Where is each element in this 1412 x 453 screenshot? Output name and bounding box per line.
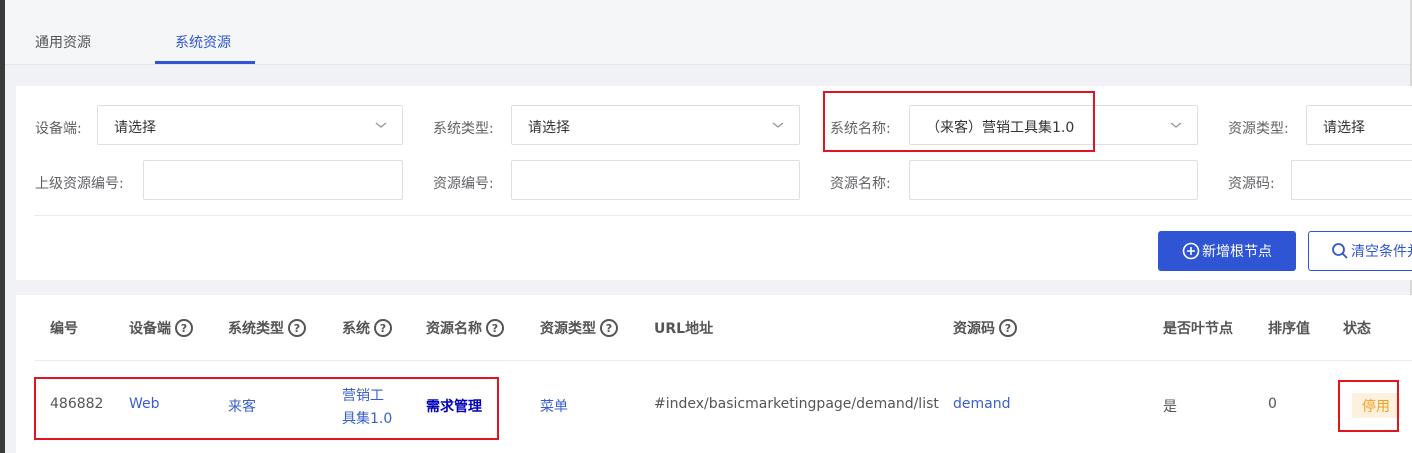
device-select[interactable]: 请选择: [97, 105, 403, 145]
cell-system-type[interactable]: 来客: [228, 396, 256, 416]
system-name-select[interactable]: （来客）营销工具集1.0: [909, 105, 1198, 145]
cell-resource-code[interactable]: demand: [953, 396, 1010, 412]
chevron-down-icon: [1170, 122, 1182, 128]
cell-sort: 0: [1268, 396, 1277, 412]
system-type-select[interactable]: 请选择: [511, 105, 800, 145]
system-type-label: 系统类型:: [433, 121, 494, 137]
resource-type-label: 资源类型:: [1228, 121, 1289, 137]
add-root-node-label: 新增根节点: [1202, 244, 1272, 260]
cell-device[interactable]: Web: [129, 396, 160, 412]
column-header-resource-code: 资源码?: [953, 318, 1017, 338]
parent-code-input[interactable]: [143, 160, 403, 200]
system-name-select-value: （来客）营销工具集1.0: [926, 120, 1075, 136]
window-left-edge: [0, 0, 5, 453]
tab-general-resources[interactable]: 通用资源: [35, 32, 91, 52]
column-header-system: 系统?: [342, 318, 392, 338]
device-select-value: 请选择: [114, 120, 156, 136]
column-header-device: 设备端?: [129, 318, 193, 338]
column-header-sort: 排序值: [1268, 321, 1310, 337]
device-label: 设备端:: [35, 121, 82, 137]
cell-resource-type[interactable]: 菜单: [540, 396, 568, 416]
cell-id: 486882: [50, 396, 104, 412]
column-header-id: 编号: [50, 321, 78, 337]
resource-code-label: 资源码:: [1228, 176, 1275, 192]
resource-name-label: 资源名称:: [830, 176, 891, 192]
cell-resource-name[interactable]: 需求管理: [426, 396, 482, 416]
status-badge[interactable]: 停用: [1352, 393, 1400, 418]
column-header-url: URL地址: [654, 321, 714, 337]
question-circle-icon[interactable]: ?: [999, 319, 1017, 337]
resource-code-input[interactable]: [1291, 160, 1412, 200]
column-header-system-type: 系统类型?: [228, 318, 306, 338]
column-header-resource-name: 资源名称?: [426, 318, 504, 338]
table-header: 编号 设备端? 系统类型? 系统? 资源名称? 资源类型? URL地址 资源码?…: [35, 295, 1412, 361]
chevron-down-icon: [375, 122, 387, 128]
question-circle-icon[interactable]: ?: [175, 319, 193, 337]
active-tab-indicator: [155, 61, 255, 64]
parent-code-label: 上级资源编号:: [35, 176, 124, 192]
resource-name-input[interactable]: [909, 160, 1198, 200]
clear-conditions-label: 清空条件并: [1351, 244, 1412, 260]
resource-table: 编号 设备端? 系统类型? 系统? 资源名称? 资源类型? URL地址 资源码?…: [16, 295, 1412, 453]
system-type-select-value: 请选择: [528, 120, 570, 136]
system-name-label: 系统名称:: [830, 121, 891, 137]
cell-system-line2[interactable]: 具集1.0: [342, 408, 392, 428]
filter-panel: 设备端: 请选择 系统类型: 请选择 系统名称: （来客）营销工具集1.0 资源…: [16, 86, 1412, 280]
tab-system-resources[interactable]: 系统资源: [175, 32, 231, 52]
question-circle-icon[interactable]: ?: [486, 319, 504, 337]
cell-url: #index/basicmarketingpage/demand/list: [654, 396, 939, 412]
column-header-status: 状态: [1343, 321, 1371, 337]
resource-no-input[interactable]: [511, 160, 800, 200]
question-circle-icon[interactable]: ?: [288, 319, 306, 337]
resource-type-select[interactable]: 请选择: [1306, 105, 1412, 145]
plus-circle-icon: [1182, 242, 1200, 260]
question-circle-icon[interactable]: ?: [374, 319, 392, 337]
resource-no-label: 资源编号:: [433, 176, 494, 192]
resource-type-select-value: 请选择: [1323, 120, 1365, 136]
cell-system-line1[interactable]: 营销工: [342, 385, 384, 405]
search-icon: [1332, 243, 1348, 259]
chevron-down-icon: [772, 122, 784, 128]
question-circle-icon[interactable]: ?: [600, 319, 618, 337]
column-header-is-leaf: 是否叶节点: [1163, 321, 1233, 337]
clear-conditions-button[interactable]: 清空条件并: [1308, 231, 1412, 271]
cell-is-leaf: 是: [1163, 399, 1177, 415]
tab-bar: 通用资源 系统资源: [5, 0, 1410, 65]
column-header-resource-type: 资源类型?: [540, 318, 618, 338]
table-row[interactable]: 486882 Web 来客 营销工 具集1.0 需求管理 菜单 #index/b…: [35, 362, 1412, 453]
add-root-node-button[interactable]: 新增根节点: [1158, 231, 1296, 271]
filter-divider: [34, 215, 1412, 216]
